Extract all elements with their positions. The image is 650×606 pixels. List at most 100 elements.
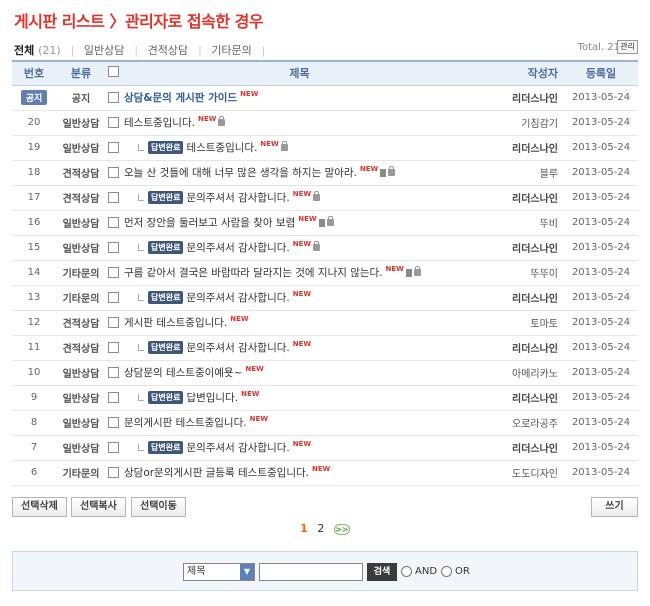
row-checkbox[interactable] — [108, 367, 119, 378]
row-subject-link[interactable]: 상담&문의 게시판 가이드 — [124, 92, 237, 104]
new-icon: NEW — [311, 465, 331, 474]
row-subject: 상담&문의 게시판 가이드 NEW — [106, 85, 476, 111]
page-current[interactable]: 1 — [300, 522, 308, 535]
row-subject-link[interactable]: 문의주셔서 감사합니다. — [186, 242, 289, 254]
row-subject-link[interactable]: 상담or문의게시판 글등록 테스트중입니다. — [124, 467, 309, 479]
table-row[interactable]: 14 기타문의 구름 같아서 결국은 바람따라 달라지는 것에 지나지 않는다. NE… — [12, 260, 638, 286]
delete-selected-button[interactable]: 선택삭제 — [12, 497, 67, 517]
row-no: 15 — [12, 235, 56, 261]
table-row[interactable]: 15 일반상담 답변완료 문의주셔서 감사합니다. NEW 리더스나인 2013-05-24 — [12, 235, 638, 261]
radio-and[interactable] — [401, 566, 412, 577]
page-link[interactable]: 2 — [317, 522, 324, 535]
row-subject: 답변완료 문의주셔서 감사합니다. NEW — [106, 335, 476, 361]
reply-done-badge: 답변완료 — [148, 191, 184, 204]
row-checkbox[interactable] — [108, 342, 119, 353]
table-row[interactable]: 18 견적상담 오늘 산 것들에 대해 너무 많은 생각을 하지는 말아라. NEW 블… — [12, 160, 638, 186]
file-icon — [318, 218, 325, 227]
copy-selected-button[interactable]: 선택복사 — [71, 497, 126, 517]
select-all-checkbox[interactable] — [108, 66, 119, 78]
row-subject-link[interactable]: 문의주셔서 감사합니다. — [186, 192, 289, 204]
row-subject-link[interactable]: 문의주셔서 감사합니다. — [186, 292, 289, 304]
new-icon: NEW — [249, 415, 268, 424]
row-checkbox[interactable] — [108, 417, 119, 428]
row-subject-link[interactable]: 문의주셔서 감사합니다. — [186, 342, 289, 354]
row-checkbox[interactable] — [108, 117, 119, 128]
row-date: 2013-05-24 — [564, 260, 638, 286]
tab-estimate[interactable]: 견적상담 — [148, 42, 188, 58]
reply-done-badge: 답변완료 — [148, 291, 184, 304]
tab-separator: | — [198, 44, 202, 57]
table-row[interactable]: 12 견적상담 게시판 테스트중입니다. NEW 토마토 2013-05-24 — [12, 310, 638, 336]
row-author: 리더스나인 — [476, 385, 564, 411]
row-checkbox[interactable] — [108, 292, 119, 303]
tab-etc[interactable]: 기타문의 — [211, 42, 251, 58]
row-subject-link[interactable]: 오늘 산 것들에 대해 너무 많은 생각을 하지는 말아라. — [124, 167, 357, 179]
row-subject: 답변완료 문의주셔서 감사합니다. NEW — [106, 235, 476, 261]
row-date: 2013-05-24 — [564, 110, 638, 136]
table-row[interactable]: 공지 공지 상담&문의 게시판 가이드 NEW 리더스나인 2013-05-24 — [12, 85, 638, 111]
search-input[interactable] — [259, 563, 363, 581]
row-subject-link[interactable]: 문의게시판 테스트중입니다. — [124, 417, 247, 429]
row-author: 리더스나인 — [476, 235, 564, 261]
search-field-select[interactable]: 제목 ▼ — [183, 563, 255, 581]
row-no: 16 — [12, 210, 56, 236]
lock-icon — [326, 216, 334, 226]
row-author: 도도디자인 — [476, 460, 564, 486]
table-row[interactable]: 7 일반상담 답변완료 문의주셔서 감사합니다. NEW 리더스나인 2013-05-24 — [12, 435, 638, 461]
table-row[interactable]: 17 견적상담 답변완료 문의주셔서 감사합니다. NEW 리더스나인 2013-05-24 — [12, 185, 638, 211]
table-row[interactable]: 6 기타문의 상담or문의게시판 글등록 테스트중입니다. NEW 도도디자인 2013-… — [12, 460, 638, 486]
row-subject-link[interactable]: 문의주셔서 감사합니다. — [186, 442, 289, 454]
row-checkbox[interactable] — [108, 442, 119, 453]
row-checkbox[interactable] — [108, 317, 119, 328]
row-subject-link[interactable]: 구름 같아서 결국은 바람따라 달라지는 것에 지나지 않는다. — [124, 267, 383, 279]
reply-done-badge: 답변완료 — [148, 141, 184, 154]
row-checkbox[interactable] — [108, 92, 119, 103]
table-row[interactable]: 13 기타문의 답변완료 문의주셔서 감사합니다. NEW 리더스나인 2013-05-24 — [12, 285, 638, 311]
row-category: 일반상담 — [56, 385, 106, 411]
row-checkbox[interactable] — [108, 392, 119, 403]
row-subject: 상담문의 테스트중이예욧~ NEW — [106, 360, 476, 386]
write-button[interactable]: 쓰기 — [591, 497, 638, 517]
col-no: 번호 — [12, 60, 56, 86]
row-checkbox[interactable] — [108, 467, 119, 478]
row-checkbox[interactable] — [108, 167, 119, 178]
table-row[interactable]: 10 일반상담 상담문의 테스트중이예욧~ NEW 아메리카노 2013-05-24 — [12, 360, 638, 386]
row-date: 2013-05-24 — [564, 185, 638, 211]
row-subject-link[interactable]: 먼저 장안을 둘러보고 사람을 찾아 보렴 — [124, 217, 295, 229]
table-row[interactable]: 11 견적상담 답변완료 문의주셔서 감사합니다. NEW 리더스나인 2013-05-24 — [12, 335, 638, 361]
table-row[interactable]: 16 일반상담 먼저 장안을 둘러보고 사람을 찾아 보렴 NEW 뚜비 2013-05-… — [12, 210, 638, 236]
row-subject-link[interactable]: 테스트중입니다. — [124, 117, 195, 129]
row-checkbox[interactable] — [108, 142, 119, 153]
table-row[interactable]: 9 일반상담 답변완료 답변입니다. NEW 리더스나인 2013-05-24 — [12, 385, 638, 411]
new-icon: NEW — [197, 115, 217, 124]
row-subject-link[interactable]: 게시판 테스트중입니다. — [124, 317, 227, 329]
row-checkbox[interactable] — [108, 242, 119, 253]
new-icon: NEW — [241, 390, 260, 399]
next-page-icon[interactable]: >> — [333, 523, 350, 535]
table-row[interactable]: 19 일반상담 답변완료 테스트중입니다. NEW 리더스나인 2013-05-24 — [12, 135, 638, 161]
row-subject: 구름 같아서 결국은 바람따라 달라지는 것에 지나지 않는다. NEW — [106, 260, 476, 286]
row-checkbox[interactable] — [108, 217, 119, 228]
admin-button[interactable]: 관리 — [617, 40, 638, 54]
row-author: 오로라공주 — [476, 410, 564, 436]
row-checkbox[interactable] — [108, 267, 119, 278]
category-tabs: 전체 (21) | 일반상담 | 견적상담 | 기타문의 | Total. 21 관리 — [14, 40, 638, 58]
total-count: Total. 21 — [577, 42, 620, 53]
row-subject-link[interactable]: 테스트중입니다. — [186, 142, 257, 154]
search-button[interactable]: 검색 — [367, 563, 397, 581]
row-subject-link[interactable]: 상담문의 테스트중이예욧~ — [124, 367, 242, 379]
row-category: 일반상담 — [56, 135, 106, 161]
row-date: 2013-05-24 — [564, 85, 638, 111]
move-selected-button[interactable]: 선택이동 — [131, 497, 186, 517]
tab-all[interactable]: 전체 (21) — [14, 42, 61, 58]
table-row[interactable]: 8 일반상담 문의게시판 테스트중입니다. NEW 오로라공주 2013-05-24 — [12, 410, 638, 436]
lock-icon — [313, 241, 321, 251]
row-subject-link[interactable]: 답변입니다. — [186, 392, 238, 404]
lock-icon — [313, 191, 321, 201]
reply-done-badge: 답변완료 — [148, 391, 184, 404]
tab-general[interactable]: 일반상담 — [84, 42, 124, 58]
table-row[interactable]: 20 일반상담 테스트중입니다. NEW 기침감기 2013-05-24 — [12, 110, 638, 136]
radio-or-label: OR — [455, 566, 470, 577]
radio-or[interactable] — [441, 566, 452, 577]
row-checkbox[interactable] — [108, 192, 119, 203]
